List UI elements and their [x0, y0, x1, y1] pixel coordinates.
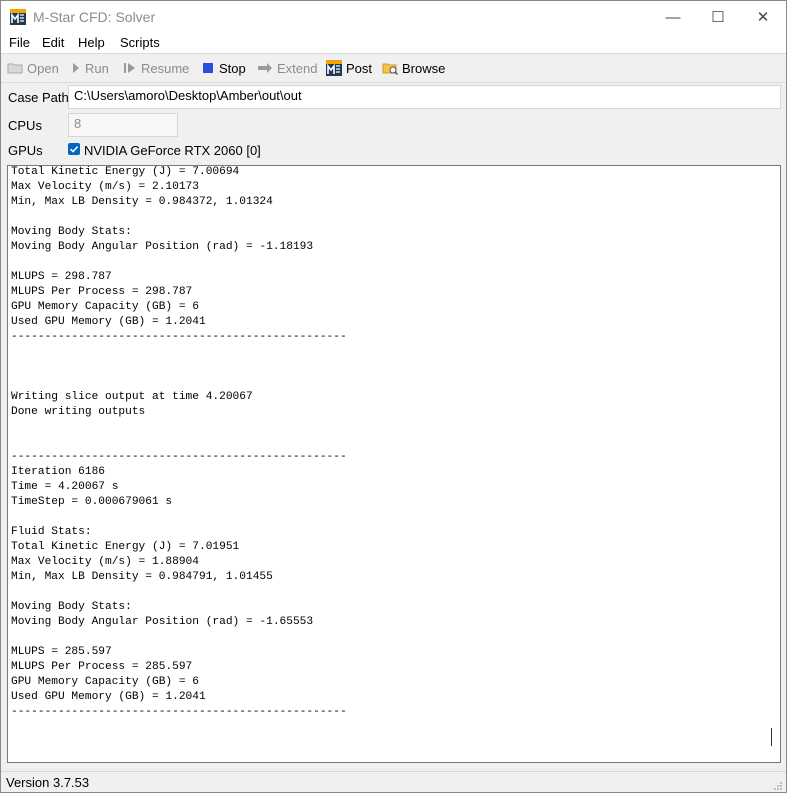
text-caret — [771, 728, 772, 746]
menu-edit[interactable]: Edit — [42, 35, 64, 50]
menu-file[interactable]: File — [9, 35, 30, 50]
version-label: Version 3.7.53 — [6, 775, 90, 790]
arrow-right-icon — [258, 63, 272, 73]
toolbar-separator — [1, 82, 786, 83]
case-path-input[interactable]: C:\Users\amoro\Desktop\Amber\out\out — [68, 85, 781, 109]
checkmark-icon — [69, 146, 79, 153]
cpus-label: CPUs — [8, 118, 42, 133]
post-button[interactable]: Post — [326, 59, 372, 77]
menu-bar: File Edit Help Scripts — [1, 33, 786, 53]
extend-label: Extend — [277, 60, 318, 76]
solver-window: M-Star CFD: Solver — ☐ ✕ File Edit Help … — [0, 0, 787, 793]
run-label: Run — [85, 60, 109, 76]
menu-separator — [1, 53, 786, 54]
console-output[interactable]: Total Kinetic Energy (J) = 7.00694 Max V… — [7, 165, 781, 763]
resume-label: Resume — [141, 60, 190, 76]
browse-label: Browse — [402, 60, 446, 76]
browse-button[interactable]: Browse — [382, 59, 445, 77]
play-icon — [73, 63, 79, 73]
folder-icon — [7, 63, 23, 74]
stop-icon — [203, 63, 213, 73]
window-title: M-Star CFD: Solver — [33, 9, 156, 25]
minimize-icon: — — [665, 8, 681, 26]
maximize-icon: ☐ — [711, 9, 725, 26]
open-label: Open — [27, 60, 59, 76]
console-text: Total Kinetic Energy (J) = 7.00694 Max V… — [11, 166, 347, 718]
stop-button[interactable]: Stop — [202, 59, 246, 77]
resize-grip-icon[interactable] — [773, 781, 783, 791]
cpus-value: 8 — [74, 116, 82, 131]
extend-button[interactable]: Extend — [257, 59, 317, 77]
minimize-button[interactable]: — — [650, 1, 696, 33]
resume-icon — [124, 63, 135, 73]
gpu-device-label: NVIDIA GeForce RTX 2060 [0] — [84, 143, 261, 158]
resume-button[interactable]: Resume — [123, 59, 189, 77]
case-path-value: C:\Users\amoro\Desktop\Amber\out\out — [74, 88, 302, 103]
menu-scripts[interactable]: Scripts — [120, 35, 160, 50]
title-bar: M-Star CFD: Solver — ☐ ✕ — [1, 1, 786, 33]
cpus-input[interactable]: 8 — [68, 113, 178, 137]
gpus-label: GPUs — [8, 143, 43, 158]
folder-search-icon — [382, 63, 398, 76]
mstar-app-icon — [10, 9, 26, 25]
stop-label: Stop — [219, 60, 246, 76]
gpu-checkbox[interactable] — [68, 143, 80, 155]
toolbar: Open Run Resume Stop Extend Post Browse — [1, 55, 786, 81]
open-button[interactable]: Open — [7, 59, 59, 77]
close-button[interactable]: ✕ — [740, 1, 786, 33]
status-bar: Version 3.7.53 — [1, 771, 786, 792]
case-path-label: Case Path — [8, 90, 69, 105]
maximize-button[interactable]: ☐ — [695, 1, 741, 33]
menu-help[interactable]: Help — [78, 35, 105, 50]
close-icon: ✕ — [756, 9, 770, 26]
post-label: Post — [346, 60, 373, 76]
run-button[interactable]: Run — [71, 59, 109, 77]
mstar-post-icon — [326, 60, 342, 76]
